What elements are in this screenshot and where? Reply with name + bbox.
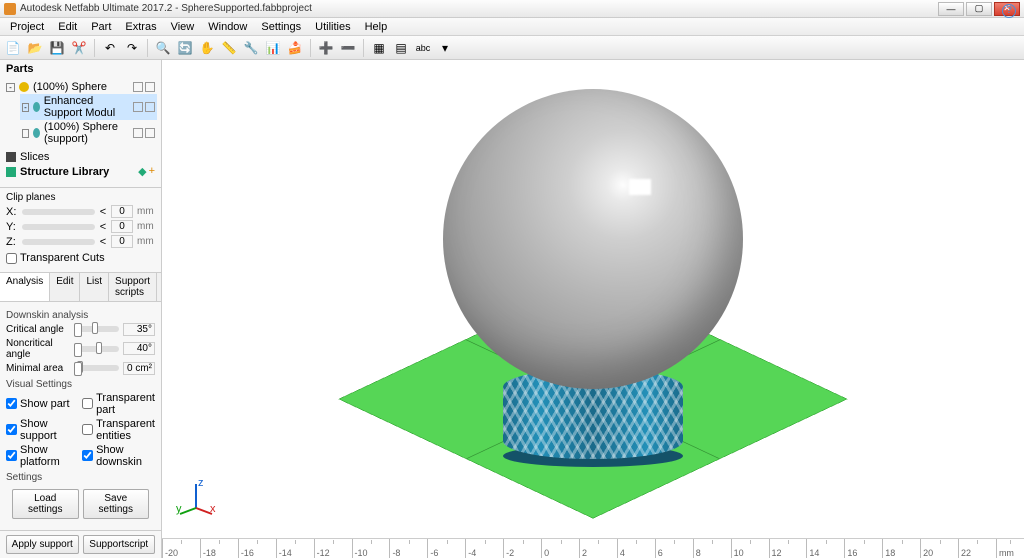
cut-icon[interactable]: ✂️ (70, 39, 88, 57)
new-icon[interactable]: 📄 (4, 39, 22, 57)
clip-value-z[interactable]: 0 (111, 235, 133, 248)
clip-slider-z[interactable] (22, 239, 95, 245)
clip-panel: Clip planes X:<0mmY:<0mmZ:<0mm Transpare… (0, 187, 161, 268)
analysis-tabs: AnalysisEditListSupport scriptsView (0, 272, 161, 302)
chk-show-support[interactable]: Show support (6, 418, 78, 442)
analysis-icon[interactable]: 📊 (264, 39, 282, 57)
clip-title: Clip planes (6, 192, 155, 203)
analysis-panel: Downskin analysis Critical angle35°Noncr… (0, 302, 161, 527)
slices-node[interactable]: Slices (4, 150, 157, 164)
tab-analysis[interactable]: Analysis (0, 273, 50, 301)
svg-text:x: x (210, 503, 216, 515)
svg-text:y: y (176, 503, 182, 515)
chk-transparent-part[interactable]: Transparent part (82, 392, 155, 416)
menu-edit[interactable]: Edit (52, 19, 83, 35)
search-icon[interactable]: 🔍 (154, 39, 172, 57)
transparent-cuts-checkbox[interactable] (6, 253, 17, 264)
val-0[interactable]: 35° (123, 323, 155, 336)
label-icon[interactable]: abc (414, 39, 432, 57)
menu-extras[interactable]: Extras (119, 19, 162, 35)
apply-support-button[interactable]: Apply support (6, 535, 79, 554)
val-1[interactable]: 40° (123, 342, 155, 355)
menu-window[interactable]: Window (202, 19, 253, 35)
undo-icon[interactable]: ↶ (101, 39, 119, 57)
titlebar: Autodesk Netfabb Ultimate 2017.2 - Spher… (0, 0, 1024, 18)
pan-icon[interactable]: ✋ (198, 39, 216, 57)
sidebar: Parts -(100%) Sphere-Enhanced Support Mo… (0, 60, 162, 558)
menu-project[interactable]: Project (4, 19, 50, 35)
menubar: ProjectEditPartExtrasViewWindowSettingsU… (0, 18, 1024, 36)
app-icon (4, 3, 16, 15)
menu-settings[interactable]: Settings (255, 19, 307, 35)
chk-show-platform[interactable]: Show platform (6, 444, 78, 468)
load-settings-button[interactable]: Load settings (12, 489, 79, 519)
chk-show-part[interactable]: Show part (6, 392, 78, 416)
minimize-button[interactable]: — (938, 2, 964, 16)
library-node[interactable]: Structure Library ◆+ (4, 164, 157, 179)
slice-icon[interactable]: 🍰 (286, 39, 304, 57)
supportscript-button[interactable]: Supportscript (83, 535, 156, 554)
menu-view[interactable]: View (165, 19, 201, 35)
chk-transparent-entities[interactable]: Transparent entities (82, 418, 155, 442)
window-title: Autodesk Netfabb Ultimate 2017.2 - Spher… (20, 3, 938, 14)
clip-slider-y[interactable] (22, 224, 95, 230)
tab-list[interactable]: List (80, 273, 109, 301)
toolbar: 📄📂💾✂️ ↶↷ 🔍🔄✋📏🔧📊🍰 ➕➖ ▦▤abc▾ (0, 36, 1024, 60)
menu-utilities[interactable]: Utilities (309, 19, 356, 35)
slider-0[interactable] (74, 326, 119, 332)
tree-item-0[interactable]: -(100%) Sphere (4, 80, 157, 94)
open-icon[interactable]: 📂 (26, 39, 44, 57)
val-2[interactable]: 0 cm² (123, 362, 155, 375)
clip-slider-x[interactable] (22, 209, 95, 215)
save-icon[interactable]: 💾 (48, 39, 66, 57)
axis-gizmo: z x y (176, 478, 216, 518)
slider-1[interactable] (74, 346, 119, 352)
layout1-icon[interactable]: ▦ (370, 39, 388, 57)
rotate-icon[interactable]: 🔄 (176, 39, 194, 57)
clip-value-x[interactable]: 0 (111, 205, 133, 218)
save-settings-button[interactable]: Save settings (83, 489, 150, 519)
repair-icon[interactable]: 🔧 (242, 39, 260, 57)
redo-icon[interactable]: ↷ (123, 39, 141, 57)
tab-support-scripts[interactable]: Support scripts (109, 273, 157, 301)
measure-icon[interactable]: 📏 (220, 39, 238, 57)
slider-2[interactable] (74, 365, 119, 371)
help-icon[interactable]: ? (1002, 4, 1016, 18)
sphere-part (443, 89, 743, 389)
tab-edit[interactable]: Edit (50, 273, 80, 301)
clip-value-y[interactable]: 0 (111, 220, 133, 233)
layout2-icon[interactable]: ▤ (392, 39, 410, 57)
maximize-button[interactable]: ▢ (966, 2, 992, 16)
chk-show-downskin[interactable]: Show downskin (82, 444, 155, 468)
parts-title: Parts (0, 60, 161, 78)
ruler-x: -20-18-16-14-12-10-8-6-4-202468101214161… (162, 538, 1024, 558)
remove-icon[interactable]: ➖ (339, 39, 357, 57)
info-icon[interactable]: ▾ (436, 39, 454, 57)
parts-tree: -(100%) Sphere-Enhanced Support Modul(10… (0, 78, 161, 148)
viewport-3d[interactable]: z x y -20-18-16-14-12-10-8-6-4-202468101… (162, 60, 1024, 558)
menu-help[interactable]: Help (359, 19, 394, 35)
tree-item-2[interactable]: (100%) Sphere (support) (20, 120, 157, 146)
tree-item-1[interactable]: -Enhanced Support Modul (20, 94, 157, 120)
add-icon[interactable]: ➕ (317, 39, 335, 57)
menu-part[interactable]: Part (85, 19, 117, 35)
svg-text:z: z (198, 478, 204, 489)
